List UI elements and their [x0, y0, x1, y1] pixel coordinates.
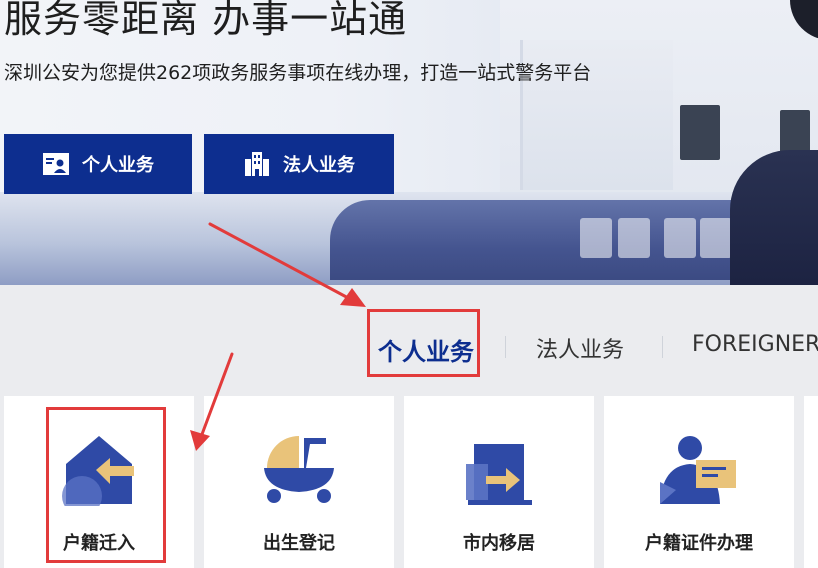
corporate-business-button[interactable]: 法人业务	[204, 134, 394, 194]
service-card-household-move-in[interactable]: 户籍迁入	[4, 396, 194, 568]
house-move-in-icon	[54, 430, 144, 516]
service-card-label: 市内移居	[463, 533, 535, 554]
service-card-label: 户籍证件办理	[645, 533, 753, 554]
hero-title: 服务零距离 办事一站通	[4, 0, 408, 41]
hero-counter-sign	[700, 218, 732, 258]
hero-counter-sign	[664, 218, 696, 258]
relocate-door-icon	[454, 430, 544, 506]
hero-counter-sign	[618, 218, 650, 258]
hero-counter-sign	[580, 218, 612, 258]
hero-banner: 服务零距离 办事一站通 深圳公安为您提供262项政务服务事项在线办理，打造一站式…	[0, 0, 818, 285]
personal-business-button[interactable]: 个人业务	[4, 134, 192, 194]
tab-foreigner[interactable]: FOREIGNER	[692, 332, 818, 357]
tab-personal-business[interactable]: 个人业务	[378, 332, 474, 367]
person-card-icon	[42, 152, 70, 176]
building-icon	[243, 151, 271, 177]
hero-subtitle: 深圳公安为您提供262项政务服务事项在线办理，打造一站式警务平台	[4, 62, 592, 84]
personal-business-button-label: 个人业务	[82, 155, 154, 176]
service-card-partial	[804, 396, 818, 568]
service-card-label: 户籍迁入	[63, 533, 135, 554]
business-category-tabs: 个人业务 法人业务 FOREIGNER	[0, 300, 818, 390]
baby-stroller-icon	[254, 430, 344, 506]
corporate-business-button-label: 法人业务	[283, 155, 355, 176]
service-card-birth-registration[interactable]: 出生登记	[204, 396, 394, 568]
hero-background-monitor	[680, 105, 720, 160]
tab-divider	[662, 336, 663, 358]
tab-corporate-business[interactable]: 法人业务	[536, 332, 624, 364]
service-card-household-documents[interactable]: 户籍证件办理	[604, 396, 794, 568]
id-document-icon	[654, 430, 744, 506]
service-card-intra-city-relocation[interactable]: 市内移居	[404, 396, 594, 568]
tab-divider	[505, 336, 506, 358]
service-card-label: 出生登记	[263, 533, 335, 554]
